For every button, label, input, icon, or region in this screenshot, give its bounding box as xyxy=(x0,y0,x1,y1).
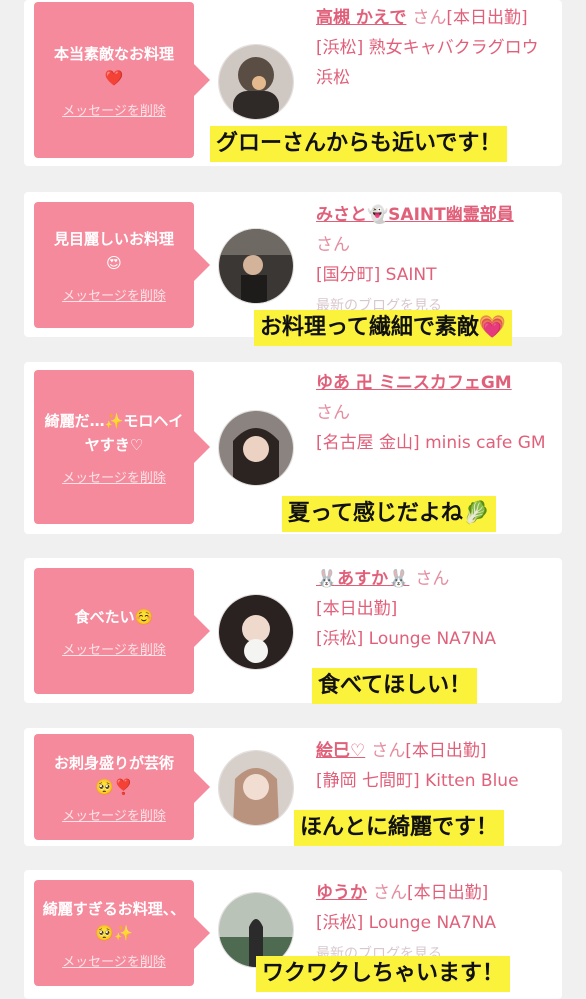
message-bubble: 食べたい☺️ メッセージを削除 xyxy=(34,568,194,694)
profile-info: みさと👻SAINT幽霊部員 さん [国分町] SAINT 最新のブログを見る xyxy=(316,200,554,321)
avatar-photo xyxy=(219,751,293,825)
avatar-photo xyxy=(219,411,293,485)
avatar[interactable] xyxy=(218,410,294,486)
status-label: [本日出勤] xyxy=(446,8,528,28)
highlight-caption: 食べてほしい！ xyxy=(312,668,478,704)
message-card: 見目麗しいお料理 😍 メッセージを削除 みさと👻SAINT幽霊部員 さん [国分… xyxy=(24,192,562,346)
avatar[interactable] xyxy=(218,594,294,670)
message-bubble: 本当素敵なお料理 ❤️ メッセージを削除 xyxy=(34,2,194,158)
shop-label: [浜松] Lounge NA7NA xyxy=(316,913,496,933)
profile-name-link[interactable]: ゆうか xyxy=(316,883,367,903)
status-label: [本日出勤] xyxy=(316,599,398,619)
message-card: お刺身盛りが芸術 🥺❣️ メッセージを削除 絵巳♡ さん[本日出勤] [静岡 七間… xyxy=(24,728,562,846)
message-bubble: お刺身盛りが芸術 🥺❣️ メッセージを削除 xyxy=(34,734,194,840)
message-text: 食べたい☺️ xyxy=(74,607,154,626)
highlight-caption: ほんとに綺麗です！ xyxy=(294,810,505,846)
message-text: 本当素敵なお料理 ❤️ xyxy=(53,44,174,87)
honorific: さん xyxy=(316,403,350,423)
delete-message-link[interactable]: メッセージを削除 xyxy=(62,951,166,970)
profile-name-link[interactable]: ゆあ 卍 ミニスカフェGM xyxy=(316,373,512,393)
delete-message-link[interactable]: メッセージを削除 xyxy=(62,805,166,824)
avatar[interactable] xyxy=(218,44,294,120)
profile-info: 絵巳♡ さん[本日出勤] [静岡 七間町] Kitten Blue xyxy=(316,736,554,796)
honorific: さん xyxy=(373,883,407,903)
message-bubble: 見目麗しいお料理 😍 メッセージを削除 xyxy=(34,202,194,328)
honorific: さん xyxy=(415,569,450,589)
profile-name-link[interactable]: 🐰あすか🐰 xyxy=(316,569,409,589)
message-bubble: 綺麗だ…✨モロヘイヤすき♡ メッセージを削除 xyxy=(34,370,194,524)
shop-label: [国分町] SAINT xyxy=(316,265,437,285)
honorific: さん xyxy=(316,235,350,255)
profile-info: 🐰あすか🐰 さん [本日出勤] [浜松] Lounge NA7NA xyxy=(316,564,554,654)
highlight-caption: ワクワクしちゃいます！ xyxy=(256,956,511,992)
message-text: 綺麗だ…✨モロヘイヤすき♡ xyxy=(44,411,184,454)
shop-label: [浜松] Lounge NA7NA xyxy=(316,629,496,649)
honorific: さん xyxy=(371,741,406,761)
message-card: 本当素敵なお料理 ❤️ メッセージを削除 高槻 かえで さん[本日出勤] [浜松]… xyxy=(24,0,562,166)
message-card: 食べたい☺️ メッセージを削除 🐰あすか🐰 さん [本日出勤] [浜松] Loun… xyxy=(24,558,562,704)
status-label: [本日出勤] xyxy=(405,741,487,761)
highlight-caption: 夏って感じだよね🥬 xyxy=(282,496,497,532)
shop-label: [静岡 七間町] Kitten Blue xyxy=(316,771,519,791)
shop-label: [浜松] 熟女キャバクラグロウ 浜松 xyxy=(316,38,539,88)
message-text: 綺麗すぎるお料理、、🥺✨ xyxy=(42,899,186,942)
honorific: さん xyxy=(412,8,447,28)
message-card: 綺麗だ…✨モロヘイヤすき♡ メッセージを削除 ゆあ 卍 ミニスカフェGM さん … xyxy=(24,362,562,534)
delete-message-link[interactable]: メッセージを削除 xyxy=(62,285,166,304)
message-card: 綺麗すぎるお料理、、🥺✨ メッセージを削除 ゆうか さん[本日出勤] [浜松] L… xyxy=(24,870,562,999)
avatar-photo xyxy=(219,595,293,669)
message-bubble: 綺麗すぎるお料理、、🥺✨ メッセージを削除 xyxy=(34,880,194,986)
message-text: お刺身盛りが芸術 🥺❣️ xyxy=(53,753,174,796)
highlight-caption: グローさんからも近いです！ xyxy=(210,126,508,162)
avatar-photo xyxy=(219,229,293,303)
profile-name-link[interactable]: 高槻 かえで xyxy=(316,8,406,28)
delete-message-link[interactable]: メッセージを削除 xyxy=(62,467,166,486)
shop-label: [名古屋 金山] minis cafe GM xyxy=(316,433,546,453)
message-text: 見目麗しいお料理 😍 xyxy=(53,229,174,272)
delete-message-link[interactable]: メッセージを削除 xyxy=(62,100,166,119)
delete-message-link[interactable]: メッセージを削除 xyxy=(62,639,166,658)
avatar[interactable] xyxy=(218,750,294,826)
profile-name-link[interactable]: 絵巳♡ xyxy=(316,741,365,761)
status-label: [本日出勤] xyxy=(407,883,489,903)
profile-info: ゆあ 卍 ミニスカフェGM さん [名古屋 金山] minis cafe GM xyxy=(316,368,554,458)
profile-info: 高槻 かえで さん[本日出勤] [浜松] 熟女キャバクラグロウ 浜松 xyxy=(316,3,554,93)
avatar[interactable] xyxy=(218,228,294,304)
avatar-photo xyxy=(219,45,293,119)
profile-name-link[interactable]: みさと👻SAINT幽霊部員 xyxy=(316,205,514,225)
highlight-caption: お料理って繊細で素敵💗 xyxy=(254,310,513,346)
